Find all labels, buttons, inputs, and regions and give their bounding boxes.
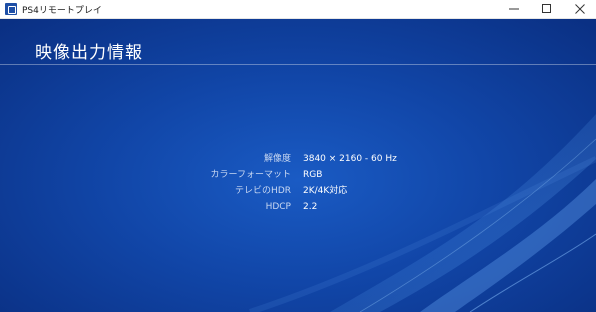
- info-value: 2.2: [303, 202, 318, 212]
- close-button[interactable]: [563, 0, 596, 19]
- info-label: 解像度: [263, 154, 291, 164]
- info-label: テレビのHDR: [235, 186, 291, 196]
- window-titlebar: PS4リモートプレイ: [0, 0, 596, 19]
- remote-play-screen: 映像出力情報 解像度 3840 × 2160 - 60 Hz カラーフォーマット…: [0, 19, 596, 312]
- video-output-info-table: 解像度 3840 × 2160 - 60 Hz カラーフォーマット RGB テレ…: [0, 151, 596, 215]
- title-divider: [0, 64, 596, 65]
- maximize-icon: [541, 4, 551, 13]
- info-row-hdcp: HDCP 2.2: [0, 199, 596, 215]
- info-row-color-format: カラーフォーマット RGB: [0, 167, 596, 183]
- info-value: RGB: [303, 170, 323, 180]
- window-title: PS4リモートプレイ: [22, 5, 102, 16]
- ps4-app-icon: [5, 3, 17, 15]
- window-controls: [497, 0, 596, 19]
- info-label: HDCP: [265, 202, 291, 212]
- info-value: 3840 × 2160 - 60 Hz: [303, 154, 397, 164]
- minimize-button[interactable]: [497, 0, 530, 19]
- close-icon: [574, 4, 585, 14]
- info-row-tv-hdr: テレビのHDR 2K/4K対応: [0, 183, 596, 199]
- info-label: カラーフォーマット: [210, 170, 291, 180]
- minimize-icon: [508, 8, 519, 10]
- info-row-resolution: 解像度 3840 × 2160 - 60 Hz: [0, 151, 596, 167]
- info-value: 2K/4K対応: [303, 186, 348, 196]
- maximize-button[interactable]: [530, 0, 563, 19]
- page-title: 映像出力情報: [35, 43, 143, 63]
